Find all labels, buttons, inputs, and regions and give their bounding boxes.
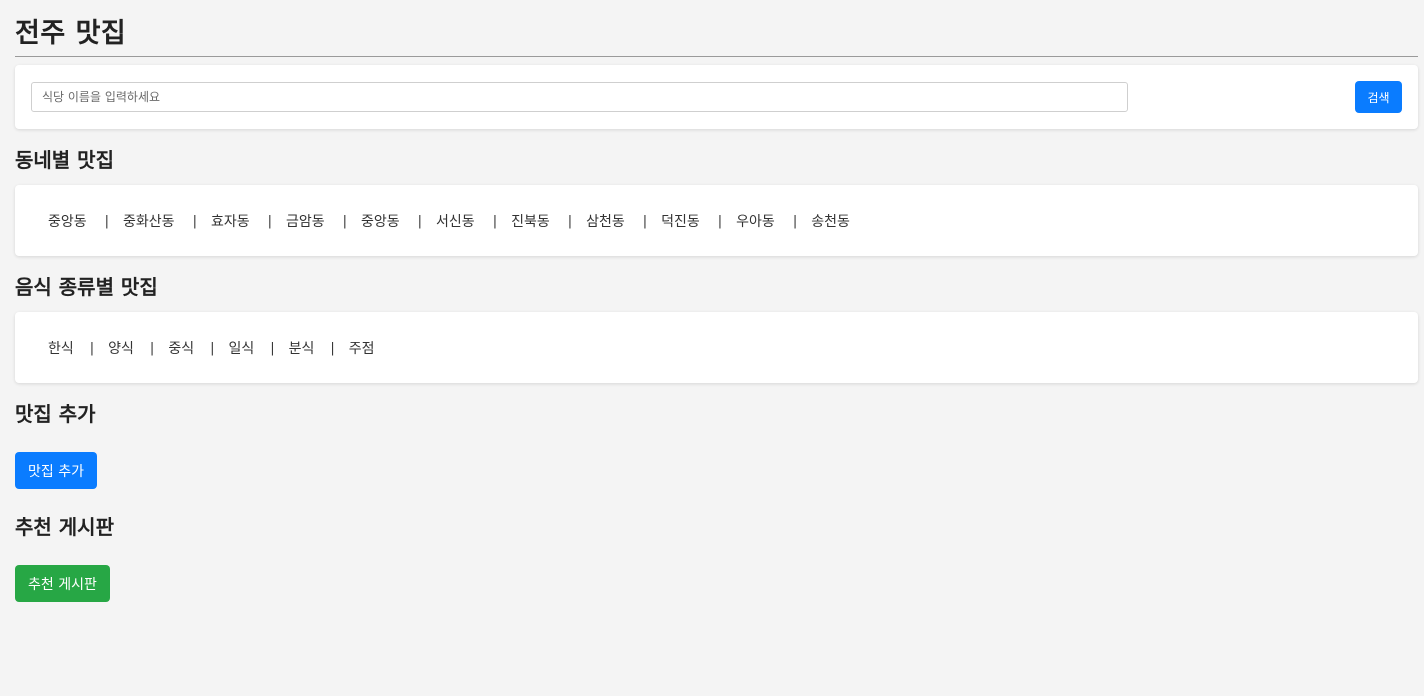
neighborhood-link[interactable]: 삼천동 (586, 211, 625, 231)
neighborhood-link[interactable]: 중앙동 (48, 211, 87, 231)
search-button[interactable]: 검색 (1355, 81, 1402, 113)
food-type-link[interactable]: 한식 (48, 338, 74, 358)
separator: | (642, 214, 648, 229)
food-type-link[interactable]: 분식 (289, 338, 315, 358)
neighborhood-link[interactable]: 송천동 (811, 211, 850, 231)
separator: | (792, 214, 798, 229)
food-type-link[interactable]: 중식 (168, 338, 194, 358)
food-type-link[interactable]: 일식 (228, 338, 254, 358)
title-divider (15, 56, 1418, 57)
page-title: 전주 맛집 (15, 18, 127, 49)
neighborhood-link[interactable]: 덕진동 (661, 211, 700, 231)
food-type-section-title: 음식 종류별 맛집 (15, 275, 158, 299)
separator: | (330, 341, 335, 356)
separator: | (270, 341, 275, 356)
separator: | (89, 341, 95, 356)
board-row: 추천 게시판 (15, 552, 1418, 615)
food-type-link[interactable]: 양식 (108, 338, 134, 358)
neighborhood-section-title: 동네별 맛집 (15, 148, 114, 172)
food-type-link[interactable]: 주점 (349, 338, 375, 358)
neighborhood-link[interactable]: 중화산동 (123, 211, 175, 231)
neighborhood-link[interactable]: 중앙동 (361, 211, 400, 231)
neighborhood-link[interactable]: 효자동 (211, 211, 250, 231)
separator: | (210, 341, 215, 356)
page-container: 전주 맛집 검색 동네별 맛집 중앙동 | 중화산동 | 효자동 | 금암동 |… (0, 0, 1424, 615)
add-restaurant-button[interactable]: 맛집 추가 (15, 452, 97, 489)
neighborhood-link[interactable]: 서신동 (436, 211, 475, 231)
neighborhood-link[interactable]: 진북동 (511, 211, 550, 231)
separator: | (149, 341, 155, 356)
separator: | (267, 214, 272, 229)
separator: | (342, 214, 348, 229)
neighborhood-link[interactable]: 금암동 (286, 211, 325, 231)
neighborhood-list: 중앙동 | 중화산동 | 효자동 | 금암동 | 중앙동 | 서신동 | 진북동… (15, 185, 1418, 256)
recommendation-board-button[interactable]: 추천 게시판 (15, 565, 110, 602)
neighborhood-link[interactable]: 우아동 (736, 211, 775, 231)
separator: | (717, 214, 723, 229)
separator: | (492, 214, 498, 229)
separator: | (104, 214, 110, 229)
separator: | (192, 214, 197, 229)
board-section-title: 추천 게시판 (15, 515, 114, 539)
add-restaurant-section-title: 맛집 추가 (15, 402, 96, 426)
food-type-list: 한식 | 양식 | 중식 | 일식 | 분식 | 주점 (15, 312, 1418, 383)
search-input[interactable] (31, 82, 1128, 112)
separator: | (417, 214, 423, 229)
separator: | (567, 214, 573, 229)
search-card: 검색 (15, 65, 1418, 129)
add-restaurant-row: 맛집 추가 (15, 439, 1418, 502)
